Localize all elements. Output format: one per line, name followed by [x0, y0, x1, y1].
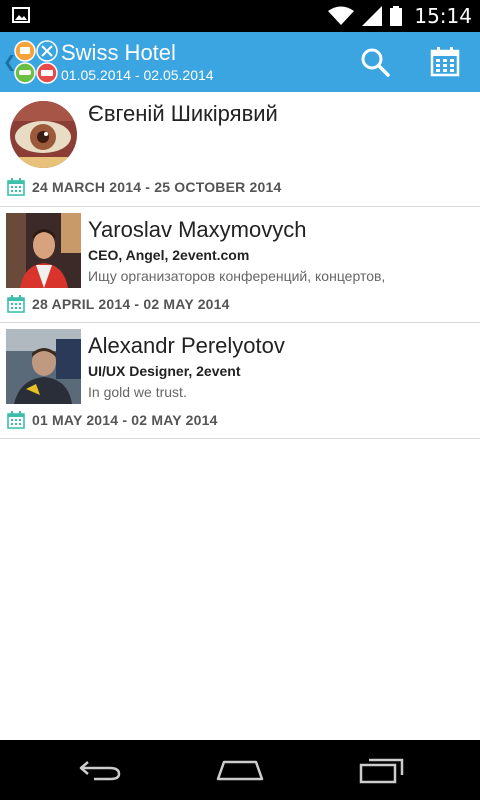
date-range: 24 MARCH 2014 - 25 OCTOBER 2014 [7, 178, 281, 196]
nav-back-button[interactable] [70, 754, 130, 786]
wifi-icon [328, 6, 355, 25]
list-item[interactable]: Yaroslav Maxymovych CEO, Angel, 2event.c… [0, 207, 480, 323]
calendar-button[interactable] [425, 42, 465, 82]
app-screen: 15:14 ❮ Swiss Hotel 01.05.2014 - 02.05.2… [0, 0, 480, 800]
date-text: 28 APRIL 2014 - 02 MAY 2014 [32, 296, 230, 312]
navigation-bar [0, 740, 480, 800]
attendee-name: Alexandr Perelyotov [88, 333, 285, 358]
attendee-description: In gold we trust. [88, 384, 187, 400]
image-notification-icon [12, 7, 30, 23]
calendar-icon [7, 411, 25, 429]
avatar [6, 329, 81, 404]
date-text: 01 MAY 2014 - 02 MAY 2014 [32, 412, 218, 428]
status-bar: 15:14 [0, 0, 480, 32]
search-button[interactable] [355, 42, 395, 82]
nav-home-button[interactable] [210, 754, 270, 786]
attendee-name: Євгеній Шикірявий [88, 101, 278, 126]
list-item[interactable]: Alexandr Perelyotov UI/UX Designer, 2eve… [0, 323, 480, 439]
title-block: Swiss Hotel 01.05.2014 - 02.05.2014 [61, 40, 214, 84]
date-text: 24 MARCH 2014 - 25 OCTOBER 2014 [32, 179, 282, 195]
nav-recents-button[interactable] [352, 754, 412, 786]
calendar-icon [430, 47, 460, 77]
list-item[interactable]: Євгеній Шикірявий 24 MARCH 2014 - 25 OCT… [0, 92, 480, 207]
status-icons: 15:14 [328, 0, 472, 32]
app-logo-icon[interactable] [14, 40, 58, 84]
attendee-description: Ищу организаторов конференций, концертов… [88, 268, 386, 284]
attendee-list: Євгеній Шикірявий 24 MARCH 2014 - 25 OCT… [0, 92, 480, 439]
attendee-role: UI/UX Designer, 2event [88, 363, 241, 379]
event-title: Swiss Hotel [61, 40, 176, 65]
search-icon [361, 48, 390, 77]
status-time: 15:14 [414, 4, 472, 28]
calendar-icon [7, 295, 25, 313]
attendee-role: CEO, Angel, 2event.com [88, 247, 250, 263]
avatar [10, 101, 77, 168]
avatar [6, 213, 81, 288]
attendee-name: Yaroslav Maxymovych [88, 217, 307, 242]
date-range: 28 APRIL 2014 - 02 MAY 2014 [7, 295, 230, 313]
battery-icon [390, 6, 403, 26]
action-bar: ❮ Swiss Hotel 01.05.2014 - 02.05.2014 [0, 32, 480, 92]
event-dates: 01.05.2014 - 02.05.2014 [61, 67, 214, 83]
signal-icon [362, 6, 383, 26]
back-icon [79, 761, 121, 781]
date-range: 01 MAY 2014 - 02 MAY 2014 [7, 411, 218, 429]
calendar-icon [7, 178, 25, 196]
recents-icon [359, 758, 404, 784]
home-icon [216, 760, 264, 781]
